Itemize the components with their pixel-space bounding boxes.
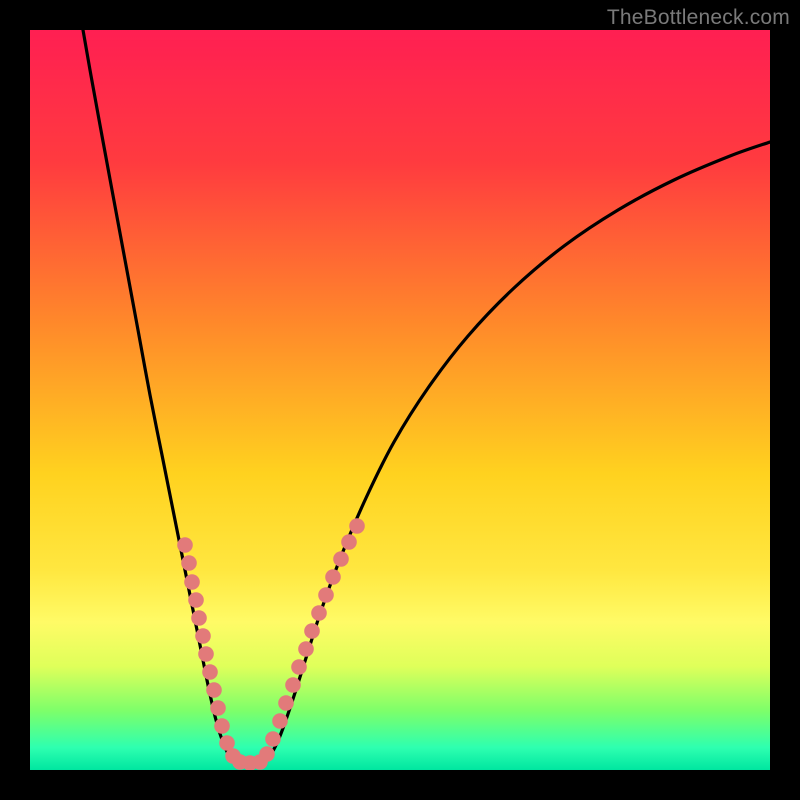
dot-5 — [195, 628, 211, 644]
dot-9 — [210, 700, 226, 716]
dot-3 — [188, 592, 204, 608]
dot-7 — [202, 664, 218, 680]
dot-0 — [177, 537, 193, 553]
chart-container: TheBottleneck.com — [0, 0, 800, 800]
gradient-background — [30, 30, 770, 770]
dot-20 — [285, 677, 301, 693]
dot-2 — [184, 574, 200, 590]
dot-4 — [191, 610, 207, 626]
dot-24 — [311, 605, 327, 621]
dot-1 — [181, 555, 197, 571]
dot-23 — [304, 623, 320, 639]
chart-svg — [30, 30, 770, 770]
dot-26 — [325, 569, 341, 585]
dot-8 — [206, 682, 222, 698]
dot-29 — [349, 518, 365, 534]
dot-27 — [333, 551, 349, 567]
plot-area — [30, 30, 770, 770]
dot-10 — [214, 718, 230, 734]
dot-22 — [298, 641, 314, 657]
dot-21 — [291, 659, 307, 675]
dot-17 — [265, 731, 281, 747]
dot-16 — [259, 746, 275, 762]
dot-28 — [341, 534, 357, 550]
dot-18 — [272, 713, 288, 729]
dot-6 — [198, 646, 214, 662]
dot-25 — [318, 587, 334, 603]
watermark-text: TheBottleneck.com — [607, 6, 790, 30]
dot-19 — [278, 695, 294, 711]
